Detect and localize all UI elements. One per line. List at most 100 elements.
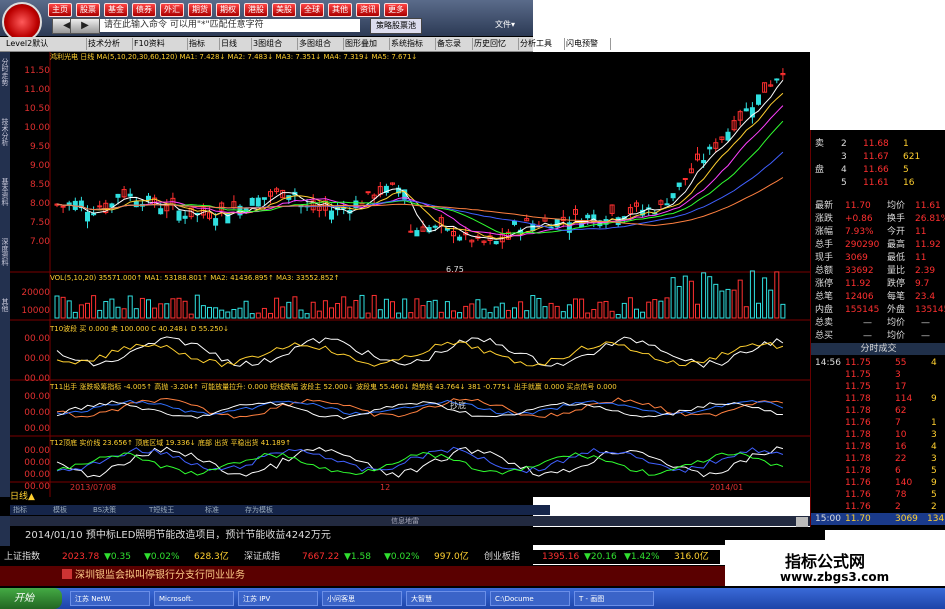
period-label[interactable]: 日线▲	[10, 489, 35, 502]
volume-bar	[225, 311, 231, 319]
index-name[interactable]: 深证成指	[244, 550, 280, 564]
top-nav-button[interactable]: 更多	[384, 3, 408, 17]
top-nav-button[interactable]: 资讯	[356, 3, 380, 17]
toolbar-item[interactable]: 备忘录	[435, 38, 473, 50]
quote-label: 总笔	[815, 292, 834, 302]
watermark: 指标公式网 www.zbgs3.com	[725, 540, 945, 586]
top-nav-button[interactable]: 期权	[216, 3, 240, 17]
candle-body	[85, 211, 90, 222]
ask-level: 5	[841, 178, 847, 188]
top-nav-button[interactable]: 其他	[328, 3, 352, 17]
quote-value: 9.7	[915, 279, 930, 289]
volume-bar	[158, 303, 164, 319]
top-nav-button[interactable]: 基金	[104, 3, 128, 17]
toolbar-item[interactable]: 历史回忆	[472, 38, 519, 50]
top-nav-button[interactable]: 债券	[132, 3, 156, 17]
toolbar-item[interactable]: F10资料	[132, 38, 188, 50]
toolbar-item[interactable]: 日线	[219, 38, 252, 50]
volume-bar	[536, 297, 542, 319]
volume-bar	[451, 310, 456, 319]
app-logo-icon	[2, 2, 42, 42]
toolbar-item[interactable]: 分析工具	[518, 38, 565, 50]
left-vertical-tabs: 分时走势技术分析基本资料深度资料其他	[0, 52, 10, 497]
toolbar-item[interactable]: 闪电预警	[564, 38, 611, 50]
ask-volume: 1	[903, 139, 909, 149]
indicator-tab[interactable]: 指标	[10, 505, 30, 515]
chart-toolbar: Level2默认 技术分析 F10资料 指标 日线 3图组合 多图组合 图形叠加 系统指标 备忘录…	[0, 37, 611, 52]
volume-bar	[377, 309, 383, 319]
tick-row: 11.76 78 5	[811, 489, 945, 501]
left-tab[interactable]: 其他	[0, 298, 10, 312]
taskbar-item[interactable]: Microsoft.	[154, 591, 234, 606]
indicator-tab[interactable]: 标准	[202, 505, 222, 515]
volume-bar	[164, 303, 170, 319]
taskbar-item[interactable]: 大智慧	[406, 591, 486, 606]
volume-bar	[457, 312, 463, 319]
index-name[interactable]: 创业板指	[484, 550, 520, 564]
toolbar-item[interactable]: 多图组合	[297, 38, 344, 50]
toolbar-item[interactable]: 3图组合	[251, 38, 298, 50]
tick-price: 11.70	[845, 514, 871, 524]
strategy-pool-button[interactable]: 策略股票池	[370, 18, 422, 34]
tick-volume: 62	[895, 406, 907, 416]
volume-bar	[304, 313, 310, 319]
news-bar[interactable]: 信息地雷	[0, 516, 810, 526]
left-tab[interactable]: 基本资料	[0, 178, 10, 206]
candle-body	[774, 78, 780, 81]
ask-label: 卖	[815, 139, 825, 149]
quote-row: 现手 3069 最低 11	[811, 252, 945, 264]
left-tab[interactable]: 技术分析	[0, 118, 10, 146]
indicator-tab[interactable]: 存为模板	[242, 505, 276, 515]
top-nav-button[interactable]: 外汇	[160, 3, 184, 17]
taskbar-item[interactable]: 江苏 IPV	[238, 591, 318, 606]
candle-body	[115, 193, 121, 198]
top-nav-button[interactable]: 全球	[300, 3, 324, 17]
candle-body	[249, 197, 255, 206]
volume-bar	[420, 305, 426, 319]
quote-value: 11.92	[845, 279, 871, 289]
index-ticker: 上证指数 2023.78 ▼0.35 ▼0.02% 628.3亿 深证成指 7667.22 ▼…	[0, 550, 720, 564]
indicator-tab[interactable]: T短线王	[146, 505, 177, 515]
start-button[interactable]: 开始	[0, 588, 62, 609]
tick-price: 11.78	[845, 466, 871, 476]
indicator-tab[interactable]: BS决策	[90, 505, 119, 515]
quote-value: 33692	[845, 266, 874, 276]
news-toggle-icon[interactable]	[796, 517, 808, 527]
forward-button[interactable]: ▶	[70, 18, 100, 34]
volume-bar	[194, 294, 200, 319]
command-input[interactable]: 请在此输入命令 可以用"*"匹配任意字符	[100, 19, 360, 32]
toolbar-item[interactable]: 图形叠加	[343, 38, 390, 50]
top-nav-button[interactable]: 港股	[244, 3, 268, 17]
taskbar-item[interactable]: T - 画图	[574, 591, 654, 606]
top-nav-button[interactable]: 股票	[76, 3, 100, 17]
index-name[interactable]: 上证指数	[4, 550, 40, 564]
quote-value: 11.92	[915, 240, 941, 250]
tick-volume: 114	[895, 394, 913, 404]
volume-bar	[469, 303, 475, 319]
toolbar-item[interactable]: 系统指标	[389, 38, 436, 50]
volume-bar	[652, 299, 658, 319]
volume-bar	[176, 297, 182, 319]
top-nav-button[interactable]: 期货	[188, 3, 212, 17]
top-nav-button[interactable]: 美股	[272, 3, 296, 17]
taskbar-item[interactable]: C:\Docume	[490, 591, 570, 606]
tick-header[interactable]: 分时成交	[811, 343, 945, 355]
quote-value: 135145	[915, 305, 945, 315]
moving-average-line	[56, 79, 784, 240]
toolbar-item[interactable]: 技术分析	[86, 38, 133, 50]
file-menu[interactable]: 文件▾	[495, 18, 525, 32]
toolbar-item[interactable]: 指标	[187, 38, 220, 50]
chart-area[interactable]: 鸿利光电 日线 MA(5,10,20,30,60,120) MA1: 7.428…	[10, 52, 810, 502]
left-tab[interactable]: 深度资料	[0, 238, 10, 266]
taskbar-item[interactable]: 小问客思	[322, 591, 402, 606]
toolbar-item[interactable]: Level2默认	[4, 38, 87, 50]
quote-panel: 卖 2 11.68 1 3 11.67 621 盘 4 11.66 5 5 11.61 16 最新 11.70…	[810, 130, 945, 530]
taskbar-item[interactable]: 江苏 NetW.	[70, 591, 150, 606]
index-change: ▼1.58	[344, 552, 371, 562]
indicator-tab[interactable]: 模板	[50, 505, 70, 515]
left-tab[interactable]: 分时走势	[0, 58, 10, 86]
scrolling-news[interactable]: 深圳银监会拟叫停银行分支行同业业务	[0, 566, 795, 586]
top-nav-button[interactable]: 主页	[48, 3, 72, 17]
news-headline[interactable]: 2014/01/10 预中标LED照明节能改造项目，预计节能收益4242万元	[10, 527, 825, 545]
quote-label: 最新	[815, 201, 834, 211]
